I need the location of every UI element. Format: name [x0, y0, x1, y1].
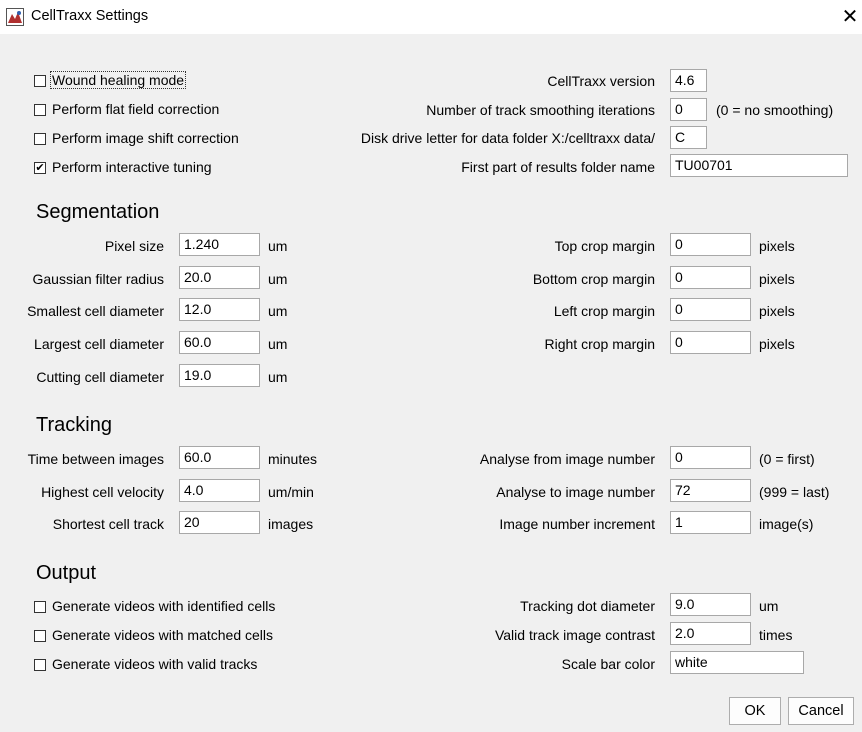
- left-crop-unit: pixels: [759, 303, 795, 319]
- videos-valid-label: Generate videos with valid tracks: [52, 656, 258, 672]
- videos-valid-checkbox[interactable]: [34, 659, 46, 671]
- time-between-label: Time between images: [27, 451, 164, 467]
- results-folder-label: First part of results folder name: [461, 159, 655, 175]
- left-crop-field[interactable]: 0: [670, 298, 751, 321]
- image-contrast-unit: times: [759, 627, 793, 643]
- smallest-cell-unit: um: [268, 303, 288, 319]
- cutting-cell-unit: um: [268, 369, 288, 385]
- videos-matched-label: Generate videos with matched cells: [52, 627, 273, 643]
- interactive-tuning-label: Perform interactive tuning: [52, 159, 212, 175]
- image-shift-checkbox[interactable]: [34, 133, 46, 145]
- flat-field-label: Perform flat field correction: [52, 101, 220, 117]
- wound-healing-label: Wound healing mode: [49, 71, 187, 89]
- scale-bar-color-field[interactable]: white: [670, 651, 804, 674]
- cutting-cell-field[interactable]: 19.0: [179, 364, 260, 387]
- left-crop-label: Left crop margin: [553, 303, 655, 319]
- analyse-to-field[interactable]: 72: [670, 479, 751, 502]
- dot-diameter-field[interactable]: 9.0: [670, 593, 751, 616]
- cell-velocity-field[interactable]: 4.0: [179, 479, 260, 502]
- close-icon[interactable]: ✕: [836, 3, 862, 31]
- analyse-from-label: Analyse from image number: [479, 451, 655, 467]
- wound-healing-checkbox[interactable]: [34, 75, 46, 87]
- pixel-size-field[interactable]: 1.240: [179, 233, 260, 256]
- smallest-cell-field[interactable]: 12.0: [179, 298, 260, 321]
- gaussian-radius-label: Gaussian filter radius: [32, 271, 164, 287]
- ok-button[interactable]: OK: [729, 697, 781, 725]
- top-crop-field[interactable]: 0: [670, 233, 751, 256]
- right-crop-label: Right crop margin: [544, 336, 656, 352]
- disk-drive-field[interactable]: C: [670, 126, 707, 149]
- window-title: CellTraxx Settings: [31, 8, 149, 24]
- smallest-cell-label: Smallest cell diameter: [27, 303, 164, 319]
- largest-cell-field[interactable]: 60.0: [179, 331, 260, 354]
- videos-identified-checkbox[interactable]: [34, 601, 46, 613]
- image-contrast-label: Valid track image contrast: [494, 627, 655, 643]
- disk-drive-label: Disk drive letter for data folder X:/cel…: [360, 130, 655, 146]
- smoothing-note: (0 = no smoothing): [716, 102, 834, 118]
- check-mark-icon: ✔: [35, 162, 45, 174]
- cell-velocity-label: Highest cell velocity: [41, 484, 164, 500]
- gaussian-radius-field[interactable]: 20.0: [179, 266, 260, 289]
- output-heading: Output: [36, 562, 97, 584]
- smoothing-field[interactable]: 0: [670, 98, 707, 121]
- version-field[interactable]: 4.6: [670, 69, 707, 92]
- image-increment-field[interactable]: 1: [670, 511, 751, 534]
- videos-matched-checkbox[interactable]: [34, 630, 46, 642]
- right-crop-unit: pixels: [759, 336, 795, 352]
- bottom-crop-field[interactable]: 0: [670, 266, 751, 289]
- analyse-to-label: Analyse to image number: [496, 484, 655, 500]
- top-crop-unit: pixels: [759, 238, 795, 254]
- pixel-size-label: Pixel size: [104, 238, 164, 254]
- shortest-track-field[interactable]: 20: [179, 511, 260, 534]
- videos-identified-label: Generate videos with identified cells: [52, 598, 276, 614]
- image-increment-unit: image(s): [759, 516, 814, 532]
- smoothing-label: Number of track smoothing iterations: [426, 102, 655, 118]
- settings-dialog: CellTraxx Settings ✕ Wound healing mode …: [0, 0, 862, 732]
- analyse-to-unit: (999 = last): [759, 484, 830, 500]
- top-crop-label: Top crop margin: [554, 238, 655, 254]
- largest-cell-unit: um: [268, 336, 288, 352]
- cancel-button[interactable]: Cancel: [788, 697, 854, 725]
- analyse-from-field[interactable]: 0: [670, 446, 751, 469]
- bottom-crop-label: Bottom crop margin: [532, 271, 655, 287]
- cutting-cell-label: Cutting cell diameter: [36, 369, 164, 385]
- flat-field-checkbox[interactable]: [34, 104, 46, 116]
- largest-cell-label: Largest cell diameter: [34, 336, 164, 352]
- dot-diameter-unit: um: [759, 598, 779, 614]
- tracking-heading: Tracking: [36, 414, 112, 436]
- image-contrast-field[interactable]: 2.0: [670, 622, 751, 645]
- analyse-from-unit: (0 = first): [759, 451, 815, 467]
- time-between-unit: minutes: [268, 451, 318, 467]
- gaussian-radius-unit: um: [268, 271, 288, 287]
- bottom-crop-unit: pixels: [759, 271, 795, 287]
- image-shift-label: Perform image shift correction: [52, 130, 239, 146]
- pixel-size-unit: um: [268, 238, 288, 254]
- scale-bar-color-label: Scale bar color: [561, 656, 655, 672]
- interactive-tuning-checkbox[interactable]: ✔: [34, 162, 46, 174]
- results-folder-field[interactable]: TU00701: [670, 154, 848, 177]
- dot-diameter-label: Tracking dot diameter: [520, 598, 655, 614]
- cell-velocity-unit: um/min: [268, 484, 314, 500]
- segmentation-heading: Segmentation: [36, 201, 160, 223]
- shortest-track-label: Shortest cell track: [52, 516, 164, 532]
- version-label: CellTraxx version: [547, 73, 655, 89]
- time-between-field[interactable]: 60.0: [179, 446, 260, 469]
- shortest-track-unit: images: [268, 516, 314, 532]
- right-crop-field[interactable]: 0: [670, 331, 751, 354]
- app-icon: [6, 8, 24, 26]
- title-bar: CellTraxx Settings ✕: [0, 0, 862, 34]
- image-increment-label: Image number increment: [499, 516, 655, 532]
